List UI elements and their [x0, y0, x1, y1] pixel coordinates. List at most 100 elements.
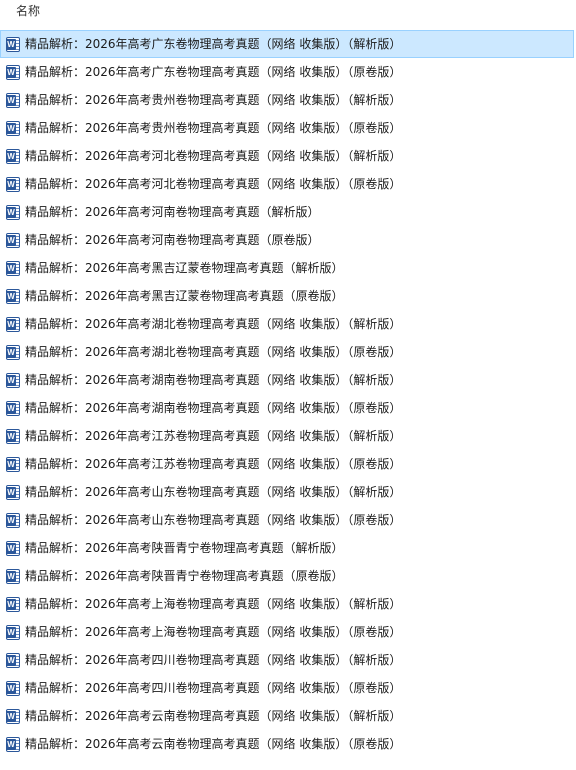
word-document-icon: W: [6, 149, 20, 164]
word-document-icon: W: [6, 93, 20, 108]
file-row[interactable]: W 精品解析：2026年高考湖北卷物理高考真题（网络 收集版）（原卷版）: [0, 338, 574, 366]
word-letter-badge: W: [6, 627, 16, 638]
file-name-label: 精品解析：2026年高考湖北卷物理高考真题（网络 收集版）（解析版）: [25, 317, 402, 331]
file-explorer-view: 名称 ^ W 精品解析：2026年高考广东卷物理高考真题（网络 收集版）（解析版）…: [0, 0, 576, 770]
word-letter-badge: W: [6, 291, 16, 302]
word-letter-badge: W: [6, 123, 16, 134]
sort-ascending-icon: ^: [410, 0, 418, 4]
file-name-label: 精品解析：2026年高考广东卷物理高考真题（网络 收集版）（原卷版）: [25, 65, 402, 79]
word-document-icon: W: [6, 345, 20, 360]
file-row[interactable]: W 精品解析：2026年高考山东卷物理高考真题（网络 收集版）（解析版）: [0, 478, 574, 506]
file-row[interactable]: W 精品解析：2026年高考湖南卷物理高考真题（网络 收集版）（原卷版）: [0, 394, 574, 422]
file-name-label: 精品解析：2026年高考黑吉辽蒙卷物理高考真题（原卷版）: [25, 289, 344, 303]
file-name-label: 精品解析：2026年高考广东卷物理高考真题（网络 收集版）（解析版）: [25, 37, 402, 51]
word-letter-badge: W: [6, 347, 16, 358]
word-letter-badge: W: [6, 431, 16, 442]
file-row[interactable]: W 精品解析：2026年高考黑吉辽蒙卷物理高考真题（解析版）: [0, 254, 574, 282]
file-row[interactable]: W 精品解析：2026年高考陕晋青宁卷物理高考真题（原卷版）: [0, 562, 574, 590]
file-name-label: 精品解析：2026年高考河南卷物理高考真题（原卷版）: [25, 233, 320, 247]
file-name-label: 精品解析：2026年高考四川卷物理高考真题（网络 收集版）（原卷版）: [25, 681, 402, 695]
file-name-label: 精品解析：2026年高考黑吉辽蒙卷物理高考真题（解析版）: [25, 261, 344, 275]
file-row[interactable]: W 精品解析：2026年高考四川卷物理高考真题（网络 收集版）（解析版）: [0, 646, 574, 674]
word-document-icon: W: [6, 541, 20, 556]
file-row[interactable]: W 精品解析：2026年高考黑吉辽蒙卷物理高考真题（原卷版）: [0, 282, 574, 310]
word-document-icon: W: [6, 37, 20, 52]
word-document-icon: W: [6, 289, 20, 304]
word-letter-badge: W: [6, 515, 16, 526]
file-row[interactable]: W 精品解析：2026年高考湖北卷物理高考真题（网络 收集版）（解析版）: [0, 310, 574, 338]
file-row[interactable]: W 精品解析：2026年高考陕晋青宁卷物理高考真题（解析版）: [0, 534, 574, 562]
word-document-icon: W: [6, 457, 20, 472]
word-document-icon: W: [6, 569, 20, 584]
word-document-icon: W: [6, 177, 20, 192]
word-letter-badge: W: [6, 683, 16, 694]
word-letter-badge: W: [6, 207, 16, 218]
word-letter-badge: W: [6, 403, 16, 414]
file-name-label: 精品解析：2026年高考湖南卷物理高考真题（网络 收集版）（解析版）: [25, 373, 402, 387]
file-name-label: 精品解析：2026年高考上海卷物理高考真题（网络 收集版）（原卷版）: [25, 625, 402, 639]
file-row[interactable]: W 精品解析：2026年高考云南卷物理高考真题（网络 收集版）（原卷版）: [0, 730, 574, 758]
word-letter-badge: W: [6, 179, 16, 190]
word-document-icon: W: [6, 205, 20, 220]
word-document-icon: W: [6, 597, 20, 612]
file-row[interactable]: W 精品解析：2026年高考四川卷物理高考真题（网络 收集版）（原卷版）: [0, 674, 574, 702]
file-name-label: 精品解析：2026年高考河北卷物理高考真题（网络 收集版）（解析版）: [25, 149, 402, 163]
file-name-label: 精品解析：2026年高考陕晋青宁卷物理高考真题（原卷版）: [25, 569, 344, 583]
word-letter-badge: W: [6, 459, 16, 470]
file-name-label: 精品解析：2026年高考湖北卷物理高考真题（网络 收集版）（原卷版）: [25, 345, 402, 359]
file-row[interactable]: W 精品解析：2026年高考山东卷物理高考真题（网络 收集版）（原卷版）: [0, 506, 574, 534]
word-letter-badge: W: [6, 655, 16, 666]
file-row[interactable]: W 精品解析：2026年高考河南卷物理高考真题（解析版）: [0, 198, 574, 226]
word-letter-badge: W: [6, 543, 16, 554]
file-row[interactable]: W 精品解析：2026年高考河北卷物理高考真题（网络 收集版）（原卷版）: [0, 170, 574, 198]
file-name-label: 精品解析：2026年高考贵州卷物理高考真题（网络 收集版）（原卷版）: [25, 121, 402, 135]
file-row[interactable]: W 精品解析：2026年高考湖南卷物理高考真题（网络 收集版）（解析版）: [0, 366, 574, 394]
word-document-icon: W: [6, 373, 20, 388]
word-document-icon: W: [6, 429, 20, 444]
word-letter-badge: W: [6, 151, 16, 162]
file-name-label: 精品解析：2026年高考上海卷物理高考真题（网络 收集版）（解析版）: [25, 597, 402, 611]
word-letter-badge: W: [6, 235, 16, 246]
word-letter-badge: W: [6, 599, 16, 610]
file-row[interactable]: W 精品解析：2026年高考上海卷物理高考真题（网络 收集版）（解析版）: [0, 590, 574, 618]
word-document-icon: W: [6, 261, 20, 276]
file-row[interactable]: W 精品解析：2026年高考广东卷物理高考真题（网络 收集版）（原卷版）: [0, 58, 574, 86]
file-name-label: 精品解析：2026年高考河北卷物理高考真题（网络 收集版）（原卷版）: [25, 177, 402, 191]
file-row[interactable]: W 精品解析：2026年高考河北卷物理高考真题（网络 收集版）（解析版）: [0, 142, 574, 170]
word-document-icon: W: [6, 65, 20, 80]
word-document-icon: W: [6, 653, 20, 668]
file-list: W 精品解析：2026年高考广东卷物理高考真题（网络 收集版）（解析版） W 精品解析…: [0, 30, 576, 758]
file-row[interactable]: W 精品解析：2026年高考云南卷物理高考真题（网络 收集版）（解析版）: [0, 702, 574, 730]
word-document-icon: W: [6, 625, 20, 640]
word-document-icon: W: [6, 681, 20, 696]
word-letter-badge: W: [6, 39, 16, 50]
column-header-bar: 名称 ^: [0, 0, 576, 26]
file-name-label: 精品解析：2026年高考江苏卷物理高考真题（网络 收集版）（解析版）: [25, 429, 402, 443]
file-name-label: 精品解析：2026年高考云南卷物理高考真题（网络 收集版）（原卷版）: [25, 737, 402, 751]
column-header-name[interactable]: 名称: [16, 3, 40, 19]
word-document-icon: W: [6, 737, 20, 752]
file-row[interactable]: W 精品解析：2026年高考江苏卷物理高考真题（网络 收集版）（解析版）: [0, 422, 574, 450]
file-name-label: 精品解析：2026年高考陕晋青宁卷物理高考真题（解析版）: [25, 541, 344, 555]
word-letter-badge: W: [6, 739, 16, 750]
word-document-icon: W: [6, 401, 20, 416]
word-letter-badge: W: [6, 319, 16, 330]
file-name-label: 精品解析：2026年高考云南卷物理高考真题（网络 收集版）（解析版）: [25, 709, 402, 723]
file-name-label: 精品解析：2026年高考四川卷物理高考真题（网络 收集版）（解析版）: [25, 653, 402, 667]
file-row[interactable]: W 精品解析：2026年高考江苏卷物理高考真题（网络 收集版）（原卷版）: [0, 450, 574, 478]
word-letter-badge: W: [6, 67, 16, 78]
file-row[interactable]: W 精品解析：2026年高考广东卷物理高考真题（网络 收集版）（解析版）: [0, 30, 574, 58]
file-name-label: 精品解析：2026年高考湖南卷物理高考真题（网络 收集版）（原卷版）: [25, 401, 402, 415]
file-row[interactable]: W 精品解析：2026年高考河南卷物理高考真题（原卷版）: [0, 226, 574, 254]
word-document-icon: W: [6, 121, 20, 136]
file-name-label: 精品解析：2026年高考贵州卷物理高考真题（网络 收集版）（解析版）: [25, 93, 402, 107]
word-letter-badge: W: [6, 571, 16, 582]
word-letter-badge: W: [6, 375, 16, 386]
file-row[interactable]: W 精品解析：2026年高考贵州卷物理高考真题（网络 收集版）（原卷版）: [0, 114, 574, 142]
word-letter-badge: W: [6, 95, 16, 106]
file-name-label: 精品解析：2026年高考山东卷物理高考真题（网络 收集版）（原卷版）: [25, 513, 402, 527]
file-row[interactable]: W 精品解析：2026年高考上海卷物理高考真题（网络 收集版）（原卷版）: [0, 618, 574, 646]
word-letter-badge: W: [6, 263, 16, 274]
word-document-icon: W: [6, 513, 20, 528]
file-row[interactable]: W 精品解析：2026年高考贵州卷物理高考真题（网络 收集版）（解析版）: [0, 86, 574, 114]
